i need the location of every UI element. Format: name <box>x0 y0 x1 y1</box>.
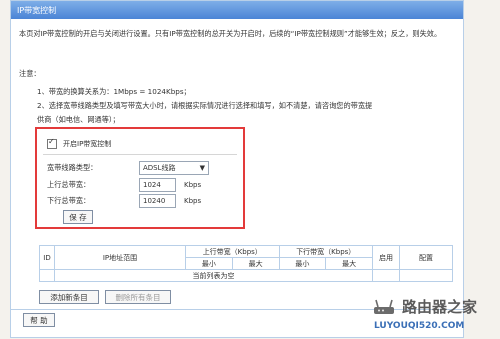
rules-table: ID IP地址范围 上行带宽（Kbps） 下行带宽（Kbps） 启用 配置 最小… <box>39 245 453 282</box>
down-unit: Kbps <box>184 197 202 205</box>
col-ip-header: IP地址范围 <box>54 245 186 270</box>
down-bandwidth-input[interactable]: 10240 <box>139 194 176 208</box>
enable-checkbox[interactable] <box>47 137 57 149</box>
col-config-header: 配置 <box>399 245 453 270</box>
up-bandwidth-label: 上行总带宽： <box>47 180 91 189</box>
table-empty-message: 当前列表为空 <box>54 269 373 282</box>
note-line: 供商（如电信、网通等）； <box>37 115 120 124</box>
divider <box>43 154 237 155</box>
watermark-url: LUYOUQI520.COM <box>374 321 465 331</box>
note-line: 1、带宽的换算关系为：1Mbps = 1024Kbps； <box>37 87 191 96</box>
delete-all-button[interactable]: 删除所有条目 <box>105 290 171 304</box>
watermark-title: 路由器之家 <box>402 298 478 316</box>
enable-row: 开启IP带宽控制 <box>47 137 112 149</box>
page-description: 本页对IP带宽控制的开启与关闭进行设置。只有IP带宽控制的总开关为开启时，后续的… <box>19 29 442 38</box>
down-bandwidth-row: 下行总带宽： 10240 Kbps <box>47 194 201 208</box>
help-button[interactable]: 帮 助 <box>23 313 55 327</box>
enable-label: 开启IP带宽控制 <box>63 140 112 148</box>
table-empty-cell <box>399 269 453 282</box>
notes-title: 注意： <box>19 69 41 78</box>
dropdown-arrow-icon: ▼ <box>199 164 205 172</box>
up-bandwidth-input[interactable]: 1024 <box>139 178 176 192</box>
up-unit: Kbps <box>184 181 202 189</box>
up-min-header: 最小 <box>185 257 233 270</box>
site-watermark: 路由器之家 LUYOUQI520.COM <box>372 296 498 334</box>
down-min-header: 最小 <box>278 257 327 270</box>
panel-header: IP带宽控制 <box>11 1 463 19</box>
save-button[interactable]: 保 存 <box>63 210 93 224</box>
up-bandwidth-row: 上行总带宽： 1024 Kbps <box>47 178 201 192</box>
line-type-label: 宽带线路类型： <box>47 163 98 172</box>
page-title: IP带宽控制 <box>17 6 57 15</box>
line-type-row: 宽带线路类型： ADSL线路 ▼ <box>47 161 209 175</box>
col-up-header: 上行带宽（Kbps） <box>185 245 280 258</box>
line-type-select[interactable]: ADSL线路 ▼ <box>139 161 209 175</box>
col-enable-header: 启用 <box>372 245 400 270</box>
down-bandwidth-label: 下行总带宽： <box>47 196 91 205</box>
add-entry-button[interactable]: 添加新条目 <box>39 290 99 304</box>
table-empty-cell <box>372 269 400 282</box>
col-down-header: 下行带宽（Kbps） <box>278 245 373 258</box>
up-max-header: 最大 <box>231 257 280 270</box>
line-type-value: ADSL线路 <box>143 164 176 172</box>
col-id-header: ID <box>39 245 55 270</box>
down-max-header: 最大 <box>325 257 373 270</box>
table-empty-cell <box>39 269 55 282</box>
note-line: 2、选择宽带线路类型及填写带宽大小时，请根据实际情况进行选择和填写，如不清楚，请… <box>37 101 373 110</box>
router-logo-icon <box>374 299 394 314</box>
settings-highlight-box: 开启IP带宽控制 宽带线路类型： ADSL线路 ▼ 上行总带宽： 1024 Kb… <box>35 127 245 229</box>
bandwidth-control-panel: IP带宽控制 本页对IP带宽控制的开启与关闭进行设置。只有IP带宽控制的总开关为… <box>10 0 464 338</box>
